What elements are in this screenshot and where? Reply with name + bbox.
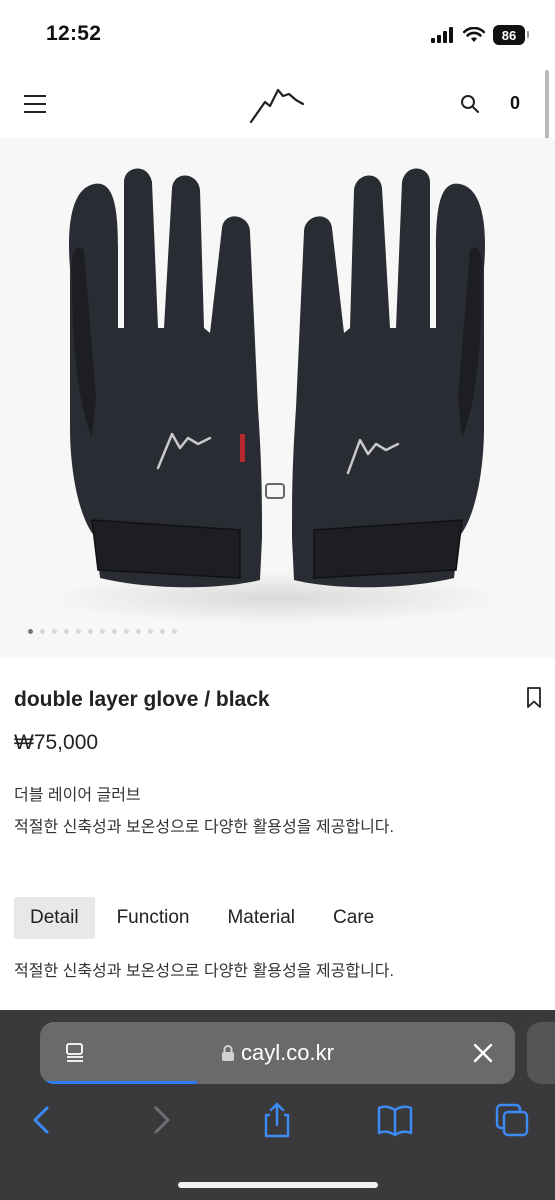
product-price: ₩75,000 [14, 731, 99, 754]
search-icon[interactable] [458, 92, 482, 116]
share-icon[interactable] [257, 1100, 297, 1140]
gallery-dot[interactable] [88, 629, 93, 634]
tab-material[interactable]: Material [211, 897, 311, 939]
status-bar: 12:52 86 [0, 0, 555, 70]
battery-icon: 86 [493, 25, 529, 45]
browser-nav-row [0, 1100, 555, 1144]
site-header: 0 [0, 70, 555, 138]
gallery-dot[interactable] [52, 629, 57, 634]
bookmark-icon[interactable] [524, 686, 544, 710]
tab-detail[interactable]: Detail [14, 897, 95, 939]
back-icon[interactable] [22, 1100, 62, 1140]
tabs-icon[interactable] [492, 1100, 532, 1140]
gallery-dot[interactable] [148, 629, 153, 634]
lock-icon [222, 1045, 235, 1061]
close-icon[interactable] [472, 1042, 494, 1064]
gallery-dot[interactable] [160, 629, 165, 634]
cart-count[interactable]: 0 [510, 93, 520, 114]
cellular-signal-icon [431, 27, 453, 43]
product-title: double layer glove / black [14, 688, 270, 711]
tab-content: 적절한 신축성과 보온성으로 다양한 활용성을 제공합니다. [14, 963, 394, 980]
product-image[interactable] [0, 138, 555, 658]
gallery-dot[interactable] [28, 629, 33, 634]
address-bar[interactable]: cayl.co.kr [40, 1022, 515, 1084]
description-title: 더블 레이어 글러브 [14, 787, 141, 804]
gallery-dot[interactable] [40, 629, 45, 634]
bookmarks-icon[interactable] [375, 1100, 415, 1140]
hamburger-menu-icon[interactable] [22, 92, 50, 116]
mountain-logo-icon[interactable] [245, 82, 309, 126]
description-body: 적절한 신축성과 보온성으로 다양한 활용성을 제공합니다. [14, 819, 394, 836]
gloves-photo [47, 168, 507, 624]
url-text: cayl.co.kr [241, 1040, 334, 1065]
page-load-progress [40, 1081, 197, 1084]
tab-function[interactable]: Function [101, 897, 206, 939]
battery-level: 86 [501, 27, 517, 43]
gallery-dot[interactable] [112, 629, 117, 634]
status-icons: 86 [431, 24, 529, 46]
status-time: 12:52 [46, 22, 102, 45]
product-tabs: Detail Function Material Care [14, 896, 396, 940]
next-tab-preview[interactable] [527, 1022, 555, 1084]
gallery-dot[interactable] [124, 629, 129, 634]
gallery-dots[interactable] [28, 629, 177, 634]
forward-icon[interactable] [141, 1100, 181, 1140]
wifi-icon [463, 27, 485, 42]
gallery-dot[interactable] [172, 629, 177, 634]
browser-toolbar: cayl.co.kr [0, 1010, 555, 1200]
url-display[interactable]: cayl.co.kr [40, 1040, 515, 1066]
tab-care[interactable]: Care [317, 897, 390, 939]
gallery-dot[interactable] [76, 629, 81, 634]
home-indicator[interactable] [178, 1182, 378, 1188]
gallery-dot[interactable] [136, 629, 141, 634]
gallery-dot[interactable] [64, 629, 69, 634]
gallery-dot[interactable] [100, 629, 105, 634]
